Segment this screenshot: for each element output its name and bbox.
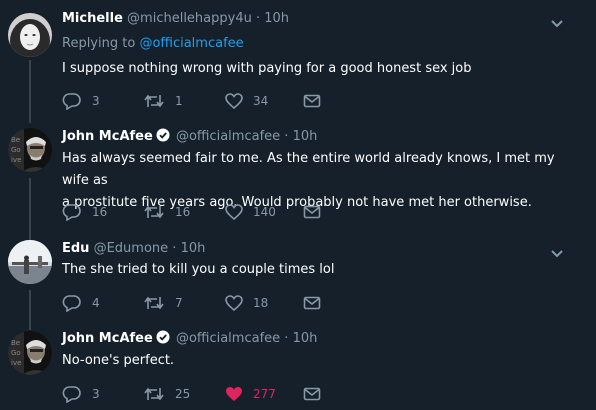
tweet-header: John McAfee @officialmcafee · 10h xyxy=(62,330,317,348)
svg-text:Be: Be xyxy=(11,136,20,144)
timestamp[interactable]: 10h xyxy=(181,241,206,256)
direct-message-button[interactable] xyxy=(303,293,321,313)
replying-handle-link[interactable]: @officialmcafee xyxy=(139,36,243,51)
tweet-header: Michelle @michellehappy4u · 10h xyxy=(62,10,289,28)
like-button[interactable]: 140 xyxy=(225,202,276,222)
separator-dot: · xyxy=(284,331,289,346)
chevron-down-icon[interactable] xyxy=(550,244,564,258)
svg-text:ive: ive xyxy=(11,359,21,367)
envelope-icon xyxy=(303,387,321,401)
reply-icon xyxy=(62,295,81,312)
reply-button[interactable]: 16 xyxy=(62,202,107,222)
timestamp[interactable]: 10h xyxy=(293,331,318,346)
avatar[interactable]: Be Go ive xyxy=(8,128,52,172)
retweet-button[interactable]: 1 xyxy=(143,91,183,111)
timestamp[interactable]: 10h xyxy=(264,11,289,26)
like-count: 34 xyxy=(253,94,269,108)
retweet-count: 25 xyxy=(175,387,191,401)
tweet-text: I suppose nothing wrong with paying for … xyxy=(62,61,472,76)
tweet-header: Edu @Edumone · 10h xyxy=(62,240,205,258)
direct-message-button[interactable] xyxy=(303,91,321,111)
tweet-actions: 16 16 140 xyxy=(62,202,392,222)
retweet-icon xyxy=(144,296,164,310)
tweet-actions: 4 7 18 xyxy=(62,293,392,313)
retweet-button[interactable]: 7 xyxy=(143,293,183,313)
separator-dot: · xyxy=(255,11,261,26)
tweet[interactable]: Michelle @michellehappy4u · 10h Replying… xyxy=(0,0,596,116)
envelope-icon xyxy=(303,205,321,219)
heart-icon xyxy=(226,387,242,401)
like-count: 140 xyxy=(253,205,276,219)
retweet-icon xyxy=(144,205,164,219)
retweet-count: 16 xyxy=(175,205,191,219)
direct-message-button[interactable] xyxy=(303,202,321,222)
avatar[interactable] xyxy=(8,13,52,57)
tweet[interactable]: Be Go ive John McAfee @officialmcafee · … xyxy=(0,320,596,410)
envelope-icon xyxy=(303,94,321,108)
svg-text:Go: Go xyxy=(11,349,21,357)
verified-badge-icon xyxy=(156,330,170,350)
reply-count: 3 xyxy=(92,387,100,401)
replying-to: Replying to @officialmcafee xyxy=(62,35,244,53)
reply-icon xyxy=(62,386,81,403)
separator-dot: · xyxy=(284,129,289,144)
tweet-header: John McAfee @officialmcafee · 10h xyxy=(62,128,317,146)
like-button[interactable]: 277 xyxy=(225,384,276,404)
direct-message-button[interactable] xyxy=(303,384,321,404)
like-count: 18 xyxy=(253,296,269,310)
retweet-button[interactable]: 25 xyxy=(143,384,190,404)
retweet-icon xyxy=(144,94,164,108)
display-name[interactable]: John McAfee xyxy=(62,331,153,346)
envelope-icon xyxy=(303,296,321,310)
heart-icon xyxy=(225,204,243,221)
timestamp[interactable]: 10h xyxy=(293,129,318,144)
heart-icon xyxy=(225,295,243,312)
reply-count: 3 xyxy=(92,94,100,108)
like-button[interactable]: 34 xyxy=(225,91,268,111)
display-name[interactable]: John McAfee xyxy=(62,129,153,144)
reply-count: 16 xyxy=(92,205,108,219)
display-name[interactable]: Edu xyxy=(62,241,89,256)
tweet-text: No-one's perfect. xyxy=(62,353,175,368)
reply-count: 4 xyxy=(92,296,100,310)
heart-icon xyxy=(225,93,243,110)
reply-icon xyxy=(62,93,81,110)
replying-prefix: Replying to xyxy=(62,36,136,51)
verified-badge-icon xyxy=(156,128,170,148)
reply-button[interactable]: 4 xyxy=(62,293,100,313)
retweet-button[interactable]: 16 xyxy=(143,202,190,222)
retweet-icon xyxy=(144,387,164,401)
tweet-text-line: Has always seemed fair to me. As the ent… xyxy=(62,151,555,188)
reply-icon xyxy=(62,204,81,221)
user-handle[interactable]: @michellehappy4u xyxy=(127,11,252,26)
svg-text:Be: Be xyxy=(11,339,20,347)
retweet-count: 7 xyxy=(175,296,183,310)
user-handle[interactable]: @officialmcafee xyxy=(176,331,280,346)
reply-button[interactable]: 3 xyxy=(62,91,100,111)
user-handle[interactable]: @officialmcafee xyxy=(176,129,280,144)
svg-text:ive: ive xyxy=(11,156,21,164)
display-name[interactable]: Michelle xyxy=(62,11,123,26)
tweet-actions: 3 25 277 xyxy=(62,384,392,404)
avatar[interactable]: Be Go ive xyxy=(8,331,52,375)
reply-button[interactable]: 3 xyxy=(62,384,100,404)
avatar[interactable] xyxy=(8,240,52,284)
like-button[interactable]: 18 xyxy=(225,293,268,313)
like-count: 277 xyxy=(253,387,276,401)
retweet-count: 1 xyxy=(175,94,183,108)
user-handle[interactable]: @Edumone xyxy=(94,241,169,256)
tweet-text: The she tried to kill you a couple times… xyxy=(62,262,335,277)
tweet[interactable]: Edu @Edumone · 10h The she tried to kill… xyxy=(0,228,596,320)
separator-dot: · xyxy=(172,241,177,256)
chevron-down-icon[interactable] xyxy=(550,14,564,28)
svg-text:Go: Go xyxy=(11,146,21,154)
tweet[interactable]: Be Go ive John McAfee @officialmcafee · … xyxy=(0,116,596,228)
tweet-actions: 3 1 34 xyxy=(62,91,392,111)
